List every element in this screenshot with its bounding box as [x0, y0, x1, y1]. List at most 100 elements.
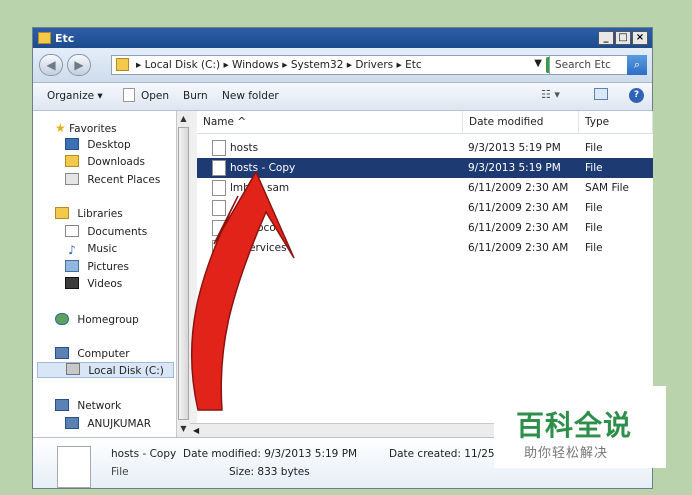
details-size: Size: 833 bytes	[229, 466, 310, 478]
file-date: 6/11/2009 2:30 AM	[468, 222, 569, 234]
file-date: 6/11/2009 2:30 AM	[468, 182, 569, 194]
sidebar-item-documents[interactable]: Documents	[65, 225, 147, 238]
forward-button[interactable]: ▶	[67, 54, 91, 76]
navigation-pane: ★ Favorites Desktop Downloads Recent Pla…	[33, 111, 176, 437]
sidebar-item-label: Desktop	[87, 139, 131, 151]
organize-button[interactable]: Organize ▾	[47, 90, 103, 102]
sidebar-item-favorites[interactable]: ★ Favorites	[55, 121, 117, 135]
watermark-title: 百科全说	[516, 409, 633, 442]
file-icon	[57, 446, 91, 488]
title-bar[interactable]: Etc _ □ ×	[33, 28, 652, 48]
sidebar-item-label: Music	[87, 243, 118, 255]
scroll-down-icon[interactable]: ▼	[178, 422, 189, 436]
column-header-type[interactable]: Type	[579, 111, 653, 133]
sidebar-item-label: Local Disk (C:)	[88, 365, 164, 377]
sidebar-item-label: Pictures	[87, 261, 129, 273]
sidebar-item-label: Documents	[87, 226, 148, 238]
sidebar-item-computer[interactable]: Computer	[55, 347, 130, 360]
file-date: 9/3/2013 5:19 PM	[468, 142, 561, 154]
file-icon	[212, 200, 226, 216]
command-bar: Organize ▾ Open Burn New folder ☷ ▾ ?	[33, 83, 652, 111]
sidebar-item-label: Videos	[87, 278, 123, 290]
file-date: 9/3/2013 5:19 PM	[468, 162, 561, 174]
close-button[interactable]: ×	[632, 31, 648, 45]
sidebar-item-label: Downloads	[87, 156, 146, 168]
scroll-up-icon[interactable]: ▲	[178, 112, 189, 126]
chevron-down-icon[interactable]: ▼	[534, 58, 542, 69]
search-icon[interactable]: ⌕	[627, 55, 647, 75]
sidebar-item-network[interactable]: Network	[55, 399, 121, 412]
network-computer-icon	[65, 417, 79, 429]
back-button[interactable]: ◀	[39, 54, 63, 76]
sidebar-item-homegroup[interactable]: Homegroup	[55, 313, 139, 326]
scroll-left-icon[interactable]: ◀	[193, 424, 199, 437]
column-header-name[interactable]: Name ^	[197, 111, 463, 133]
scrollbar-thumb[interactable]	[178, 127, 189, 420]
videos-icon	[65, 277, 79, 289]
file-icon	[212, 180, 226, 196]
table-row-selected[interactable]: hosts - Copy 9/3/2013 5:19 PM File	[197, 158, 653, 178]
new-folder-button[interactable]: New folder	[222, 90, 279, 102]
file-name-suffix: sam	[267, 182, 290, 194]
file-list-scrollbar[interactable]: ◀	[190, 423, 496, 437]
libraries-icon	[55, 207, 69, 219]
breadcrumb[interactable]: ▸ Local Disk (C:) ▸ Windows ▸ System32 ▸…	[136, 59, 422, 71]
folder-icon	[116, 58, 129, 71]
maximize-button[interactable]: □	[615, 31, 631, 45]
table-row[interactable]: hosts 9/3/2013 5:19 PM File	[197, 138, 653, 158]
help-button[interactable]: ?	[629, 88, 644, 103]
sidebar-item-desktop[interactable]: Desktop	[65, 138, 131, 151]
navigation-scrollbar[interactable]: ▲ ▼	[176, 111, 190, 437]
table-row[interactable]: lmh sam 6/11/2009 2:30 AM SAM File	[197, 178, 653, 198]
network-icon	[55, 399, 69, 411]
minimize-button[interactable]: _	[598, 31, 614, 45]
file-date: 6/11/2009 2:30 AM	[468, 242, 569, 254]
file-name: lmh	[230, 182, 250, 194]
sidebar-item-local-disk[interactable]: Local Disk (C:)	[37, 362, 174, 378]
sidebar-item-videos[interactable]: Videos	[65, 277, 122, 290]
sidebar-item-recent-places[interactable]: Recent Places	[65, 173, 160, 186]
address-input[interactable]: ▸ Local Disk (C:) ▸ Windows ▸ System32 ▸…	[111, 55, 567, 75]
file-icon	[212, 140, 226, 156]
drive-icon	[66, 363, 80, 375]
file-name: toco	[253, 222, 276, 234]
window-controls: _ □ ×	[598, 31, 648, 45]
search-placeholder: Search Etc	[555, 59, 611, 71]
file-name: ervices	[249, 242, 287, 254]
sidebar-item-pictures[interactable]: Pictures	[65, 260, 129, 273]
address-bar-area: ◀ ▶ ▸ Local Disk (C:) ▸ Windows ▸ System…	[33, 48, 652, 83]
file-icon	[212, 240, 226, 256]
preview-pane-icon[interactable]	[594, 88, 608, 100]
homegroup-icon	[55, 313, 69, 325]
sidebar-item-anujkumar[interactable]: ANUJKUMAR	[65, 417, 151, 430]
star-icon: ★	[55, 121, 66, 135]
recent-places-icon	[65, 173, 79, 185]
forward-arrow-icon: ▶	[74, 58, 84, 72]
file-date: 6/11/2009 2:30 AM	[468, 202, 569, 214]
view-options-icon[interactable]: ☷ ▾	[541, 88, 560, 101]
watermark: 百科全说 助你轻松解决	[494, 386, 666, 468]
sidebar-item-downloads[interactable]: Downloads	[65, 155, 145, 168]
folder-icon	[38, 32, 51, 44]
sidebar-item-libraries[interactable]: Libraries	[55, 207, 123, 220]
table-row[interactable]: ervices 6/11/2009 2:30 AM File	[197, 238, 653, 258]
search-input[interactable]: Search Etc ⌕	[549, 55, 647, 75]
file-type: File	[585, 222, 603, 234]
table-row[interactable]: toco 6/11/2009 2:30 AM File	[197, 218, 653, 238]
file-name: hosts	[230, 142, 259, 154]
downloads-folder-icon	[65, 155, 79, 167]
sidebar-item-music[interactable]: ♪ Music	[65, 243, 117, 256]
file-type: File	[585, 162, 603, 174]
file-icon	[212, 160, 226, 176]
details-file-kind: File	[111, 466, 129, 478]
watermark-subtitle: 助你轻松解决	[524, 446, 609, 461]
file-name: hosts - Copy	[230, 162, 296, 174]
desktop-icon	[65, 138, 79, 150]
burn-button[interactable]: Burn	[183, 90, 208, 102]
column-header-date[interactable]: Date modified	[463, 111, 579, 133]
sidebar-item-label: ANUJKUMAR	[87, 418, 151, 430]
table-row[interactable]: 6/11/2009 2:30 AM File	[197, 198, 653, 218]
column-header-row: Name ^ Date modified Type	[197, 111, 653, 134]
open-button[interactable]: Open	[141, 90, 169, 102]
file-icon	[123, 88, 135, 102]
